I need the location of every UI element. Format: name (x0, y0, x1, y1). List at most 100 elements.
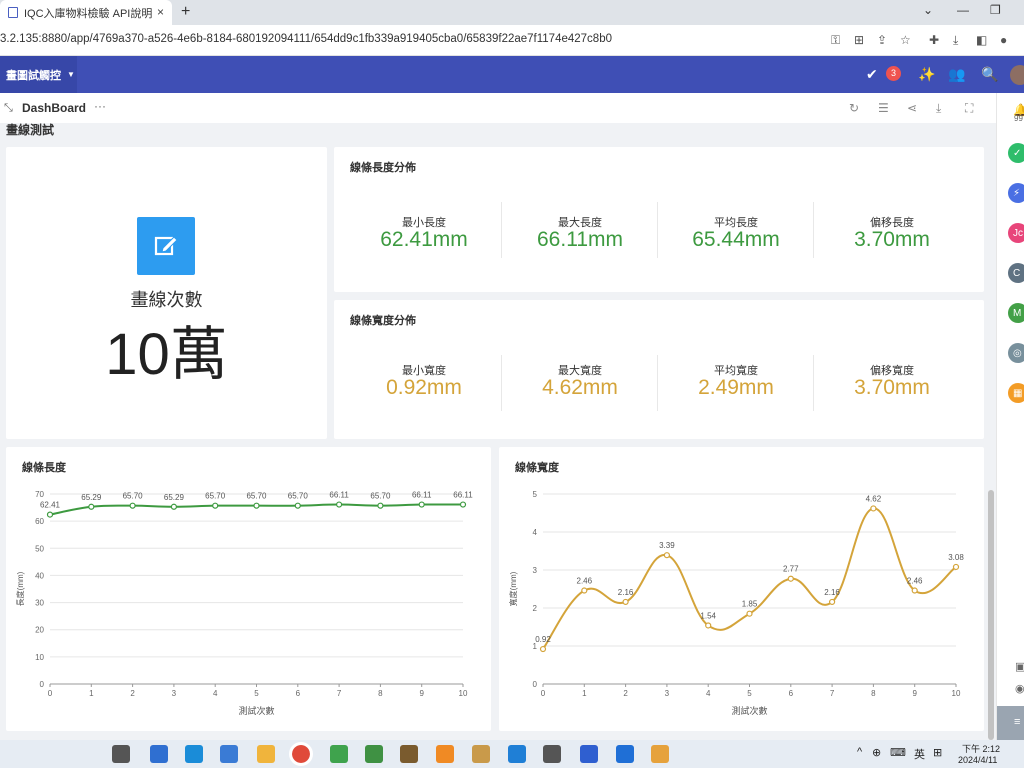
task-view-icon[interactable] (112, 745, 130, 763)
translate-icon[interactable]: ⊞ (854, 33, 864, 47)
globe-icon[interactable]: ⊕ (872, 746, 881, 759)
menu-button[interactable]: ≡ (997, 706, 1024, 740)
data-point (418, 501, 425, 508)
stat-item: 平均長度 65.44mm (658, 147, 814, 292)
x-tick-label: 3 (172, 689, 177, 698)
chrome-icon[interactable] (289, 742, 313, 766)
data-point (459, 501, 467, 508)
app-icon[interactable] (436, 745, 454, 763)
new-tab-button[interactable]: + (181, 3, 190, 21)
app-icon[interactable] (472, 745, 490, 763)
extensions-icon[interactable]: ✚ (929, 33, 939, 47)
vscode-icon[interactable] (508, 745, 526, 763)
excel-icon[interactable] (365, 745, 383, 763)
fullscreen-icon[interactable]: ⛶ (965, 101, 973, 116)
data-point (539, 645, 547, 653)
magic-wand-icon[interactable]: ✨ (918, 66, 935, 83)
stat-value: 0.92mm (386, 376, 462, 399)
app-icon[interactable] (330, 745, 348, 763)
ime-mode-icon[interactable]: ⊞ (933, 746, 942, 759)
scrollbar[interactable] (988, 490, 994, 740)
data-label: 2.46 (577, 577, 593, 586)
sidebar-app-icon[interactable]: ✓ (1008, 143, 1024, 163)
users-icon[interactable]: 👥 (948, 66, 965, 83)
notification-badge: 3 (886, 66, 901, 81)
collapse-arrows-icon[interactable]: ⤡ (4, 102, 13, 115)
stat-item: 最小寬度 0.92mm (346, 300, 502, 439)
data-point (253, 502, 260, 509)
prg-icon[interactable] (616, 745, 634, 763)
stat-item: 最小長度 62.41mm (346, 147, 502, 292)
tool-icon[interactable] (400, 745, 418, 763)
stat-item: 最大長度 66.11mm (502, 147, 658, 292)
stat-value: 66.11mm (537, 228, 623, 251)
browser-tab[interactable]: IQC入庫物料檢驗 API說明 × (0, 0, 172, 25)
explorer-app-icon[interactable] (150, 745, 168, 763)
x-tick-label: 10 (459, 689, 468, 698)
tab-favicon-icon (8, 7, 18, 18)
keyboard-icon[interactable]: ⌨ (890, 746, 906, 759)
file-explorer-icon[interactable] (257, 745, 275, 763)
avatar[interactable] (1010, 65, 1024, 85)
tab-close-icon[interactable]: × (157, 5, 164, 19)
sidebar-app-icon[interactable]: M (1008, 303, 1024, 323)
notepad-icon[interactable] (220, 745, 238, 763)
download-icon[interactable]: ⤓ (953, 33, 958, 48)
data-point (746, 610, 753, 617)
app-switcher[interactable]: 畫圖試觸控 ▼ (0, 56, 77, 93)
stat-item: 平均寬度 2.49mm (658, 300, 814, 439)
restore-icon[interactable]: ❐ (990, 3, 1001, 17)
key-icon[interactable]: ⚿ (831, 33, 840, 48)
task-check-icon[interactable]: ✔ (866, 66, 878, 83)
y-tick-label: 3 (533, 566, 538, 575)
download-icon[interactable]: ⤓ (936, 101, 941, 116)
ime-indicator[interactable]: 英 (914, 746, 925, 762)
app-icon[interactable] (543, 745, 561, 763)
data-label: 65.70 (123, 492, 144, 501)
panel-icon[interactable]: ▣ (1015, 660, 1024, 673)
minimize-icon[interactable]: — (957, 3, 969, 17)
share-icon[interactable]: ⇪ (877, 33, 887, 47)
bookmark-star-icon[interactable]: ☆ (900, 33, 911, 47)
browser-tab-bar: IQC入庫物料檢驗 API說明 × + ⌄ — ❐ (0, 0, 1024, 25)
data-label: 65.70 (288, 492, 309, 501)
x-tick-label: 7 (337, 689, 342, 698)
y-tick-label: 70 (35, 490, 44, 499)
tray-chevron-icon[interactable]: ^ (857, 746, 862, 758)
sidebar-app-icon[interactable]: C (1008, 263, 1024, 283)
clock-date[interactable]: 2024/4/11 (958, 755, 997, 765)
x-tick-label: 2 (623, 689, 628, 698)
edge-icon[interactable] (185, 745, 203, 763)
edit-icon (137, 217, 195, 275)
app-icon[interactable] (651, 745, 669, 763)
refresh-icon[interactable]: ↻ (849, 101, 859, 115)
stat-item: 最大寬度 4.62mm (502, 300, 658, 439)
x-tick-label: 0 (541, 689, 546, 698)
profile-icon[interactable]: ● (1000, 33, 1007, 47)
filter-settings-icon[interactable]: ☰ (878, 101, 889, 115)
clock-time[interactable]: 下午 2:12 (962, 742, 1000, 755)
jlink-icon[interactable] (580, 745, 598, 763)
sidebar-app-icon[interactable]: ◎ (1008, 343, 1024, 363)
search-icon[interactable]: 🔍 (981, 66, 998, 83)
sidebar-app-icon[interactable]: ⚡ (1008, 183, 1024, 203)
share-icon[interactable]: ⋖ (907, 101, 917, 115)
side-panel-icon[interactable]: ◧ (976, 33, 987, 47)
url-field[interactable]: 3.2.135:8880/app/4769a370-a526-4e6b-8184… (0, 33, 612, 45)
x-tick-label: 6 (296, 689, 301, 698)
section-label: 畫線測試 (6, 123, 55, 137)
data-point (294, 502, 301, 509)
chat-icon[interactable]: ◉ (1015, 682, 1024, 695)
data-point (581, 587, 588, 594)
app-header: 畫圖試觸控 ▼ ✔ ✨ 👥 🔍 (0, 56, 1024, 93)
more-icon[interactable]: ··· (94, 99, 106, 113)
tab-list-chevron-icon[interactable]: ⌄ (923, 3, 933, 17)
data-point (952, 563, 960, 571)
data-label: 2.16 (618, 588, 634, 597)
x-tick-label: 5 (254, 689, 259, 698)
app-title: 畫圖試觸控 (6, 69, 61, 82)
data-point (377, 502, 384, 509)
sidebar-app-icon[interactable]: Jc (1008, 223, 1024, 243)
sidebar-app-icon[interactable]: ▦ (1008, 383, 1024, 403)
data-label: 66.11 (453, 491, 473, 500)
